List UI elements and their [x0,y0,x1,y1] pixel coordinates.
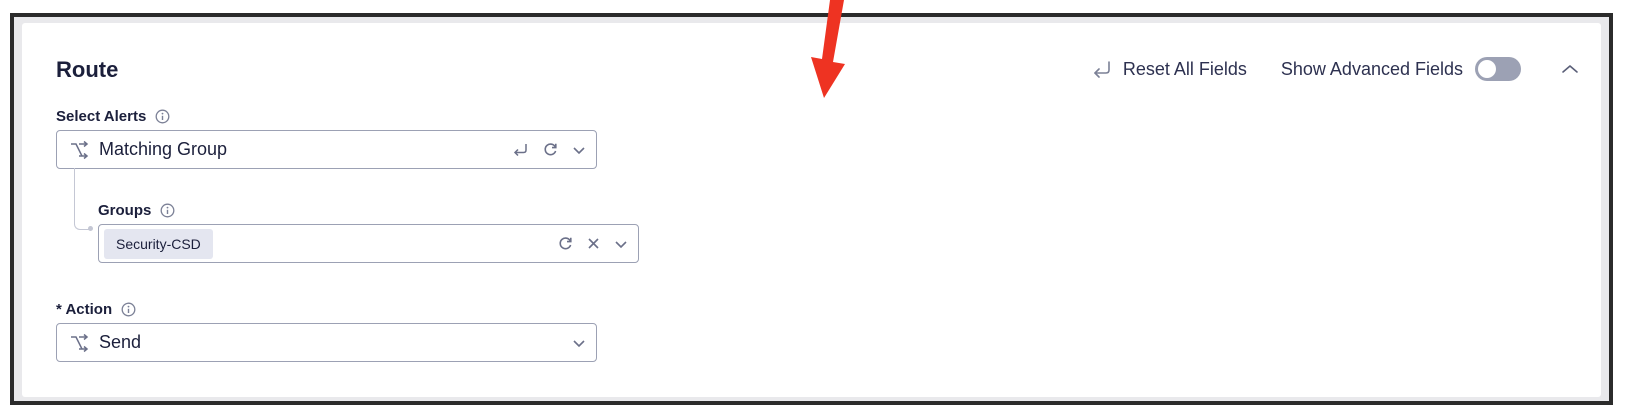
info-icon[interactable] [121,302,136,317]
action-label: * Action [56,301,113,318]
groups-label: Groups [98,202,152,219]
chevron-down-icon[interactable] [614,239,628,249]
groups-label-row: Groups [98,202,175,219]
tree-connector-dot [88,226,93,231]
select-alerts-dropdown[interactable]: Matching Group [56,130,597,169]
annotation-arrow-icon [811,0,845,98]
undo-arrow-icon[interactable] [512,143,529,157]
route-branch-icon [68,140,90,160]
info-icon[interactable] [160,203,175,218]
chevron-down-icon[interactable] [572,145,586,155]
refresh-icon[interactable] [558,236,573,251]
refresh-icon[interactable] [543,142,558,157]
action-value: Send [99,332,142,352]
action-dropdown[interactable]: Send [56,323,597,362]
select-alerts-value: Matching Group [99,139,228,159]
group-chip[interactable]: Security-CSD [104,228,213,259]
tree-connector [74,168,91,230]
route-branch-icon [68,333,90,353]
clear-icon[interactable] [587,237,600,250]
chevron-down-icon[interactable] [572,338,586,348]
groups-multiselect[interactable]: Security-CSD [98,224,639,263]
action-label-row: * Action [56,301,136,318]
